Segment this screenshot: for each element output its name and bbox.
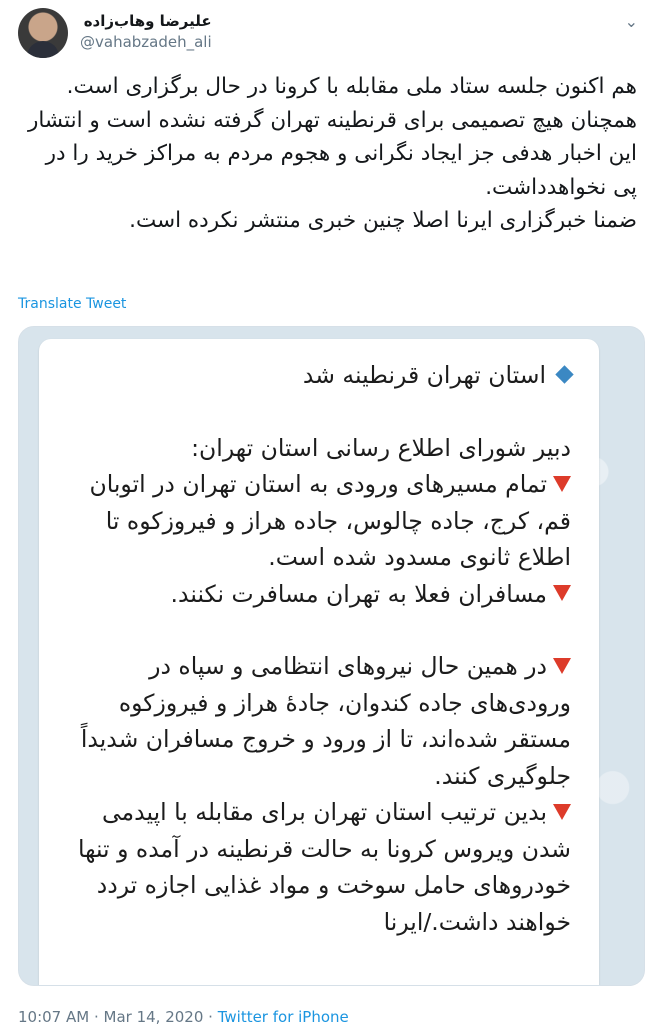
message-item: تمام مسیرهای ورودی به استان تهران در اتو… bbox=[89, 470, 571, 571]
tweet-time[interactable]: 10:07 AM bbox=[18, 1008, 89, 1026]
message-text: استان تهران قرنطینه شد دبیر شورای اطلاع … bbox=[67, 357, 574, 940]
tweet-footer: 10:07 AM · Mar 14, 2020 · Twitter for iP… bbox=[18, 1008, 349, 1026]
tweet-paragraph: همچنان هیچ تصمیمی برای قرنطینه تهران گرف… bbox=[28, 107, 637, 200]
author-block[interactable]: علیرضا وهاب‌زاده @vahabzadeh_ali bbox=[80, 12, 212, 51]
separator: · bbox=[203, 1008, 218, 1026]
message-subtitle: دبیر شورای اطلاع رسانی استان تهران: bbox=[191, 433, 571, 462]
red-triangle-icon bbox=[553, 803, 571, 820]
tweet-header: علیرضا وهاب‌زاده @vahabzadeh_ali ⌄ bbox=[18, 8, 638, 60]
translate-tweet-link[interactable]: Translate Tweet bbox=[18, 296, 126, 312]
message-item: بدین ترتیب استان تهران برای مقابله با اپ… bbox=[77, 798, 571, 936]
message-item: مسافران فعلا به تهران مسافرت نکنند. bbox=[170, 579, 547, 608]
red-triangle-icon bbox=[553, 475, 571, 492]
tweet-source[interactable]: Twitter for iPhone bbox=[218, 1008, 349, 1026]
display-name[interactable]: علیرضا وهاب‌زاده bbox=[80, 12, 212, 30]
message-title: استان تهران قرنطینه شد bbox=[302, 361, 546, 389]
avatar[interactable] bbox=[18, 8, 68, 58]
tweet-paragraph: ضمنا خبرگزاری ایرنا اصلا چنین خبری منتشر… bbox=[129, 208, 637, 234]
tweet-media[interactable]: استان تهران قرنطینه شد دبیر شورای اطلاع … bbox=[18, 326, 645, 986]
message-item: در همین حال نیروهای انتظامی و سپاه در ور… bbox=[80, 652, 571, 790]
tweet-text: هم اکنون جلسه ستاد ملی مقابله با کرونا د… bbox=[18, 70, 637, 238]
red-triangle-icon bbox=[553, 657, 571, 674]
separator: · bbox=[89, 1008, 104, 1026]
telegram-message-bubble: استان تهران قرنطینه شد دبیر شورای اطلاع … bbox=[39, 339, 599, 985]
red-triangle-icon bbox=[553, 585, 571, 601]
tweet-date[interactable]: Mar 14, 2020 bbox=[104, 1008, 204, 1026]
handle[interactable]: @vahabzadeh_ali bbox=[80, 33, 212, 51]
chevron-down-icon[interactable]: ⌄ bbox=[625, 12, 638, 31]
tweet-paragraph: هم اکنون جلسه ستاد ملی مقابله با کرونا د… bbox=[66, 74, 637, 99]
blue-diamond-icon bbox=[555, 365, 574, 384]
